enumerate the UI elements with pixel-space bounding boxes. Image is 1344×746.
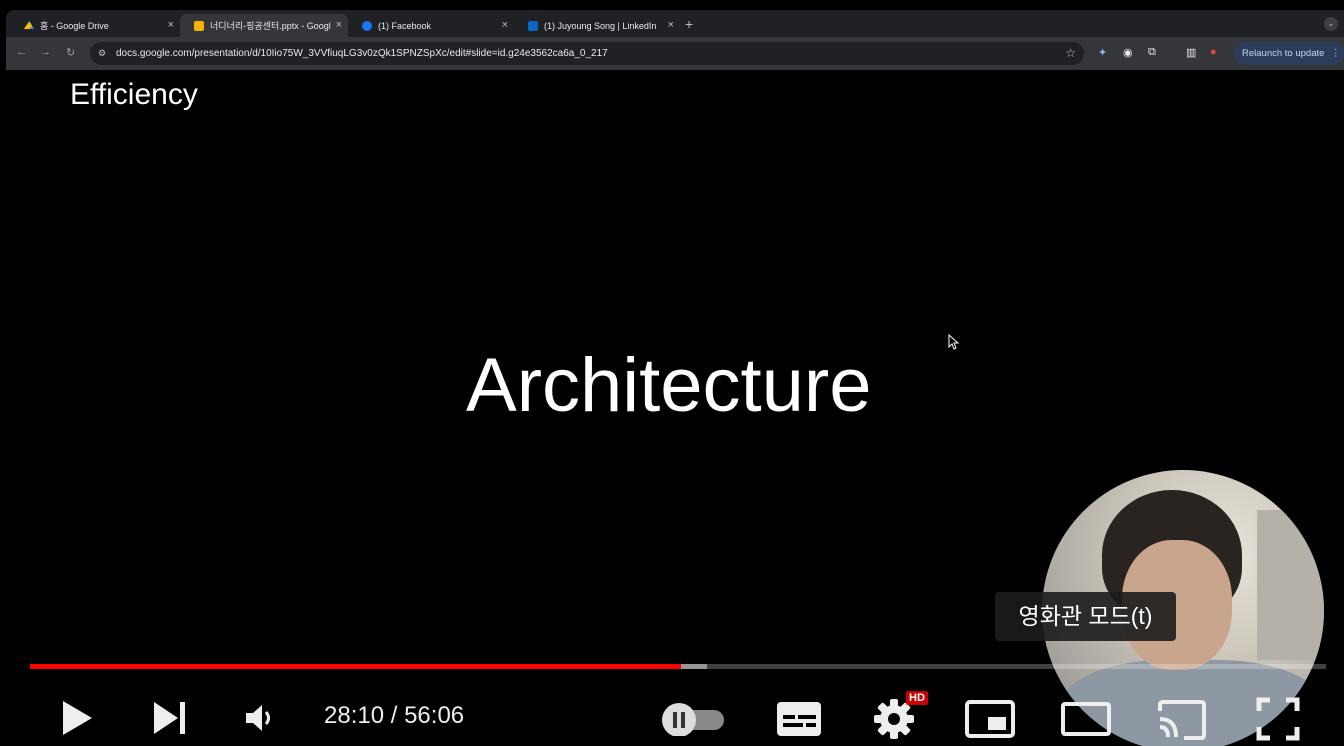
tab-title: 홈 - Google Drive (40, 21, 109, 31)
site-settings-icon[interactable]: ⚙ (98, 48, 106, 59)
close-tab-icon[interactable]: × (168, 19, 174, 31)
next-icon[interactable] (152, 701, 188, 735)
theater-mode-icon[interactable] (1060, 701, 1112, 737)
volume-icon[interactable] (244, 702, 276, 734)
mouse-cursor-icon (948, 334, 960, 350)
close-tab-icon[interactable]: × (668, 19, 674, 31)
close-tab-icon[interactable]: × (502, 19, 508, 31)
new-tab-icon[interactable]: + (685, 16, 693, 32)
menu-dots-icon: ⋮ (1331, 48, 1341, 59)
cast-icon[interactable] (1156, 699, 1208, 741)
slide-title: Architecture (466, 343, 872, 428)
play-icon[interactable] (60, 699, 94, 737)
browser-toolbar: ← → ↻ ⚙ docs.google.com/presentation/d/1… (6, 37, 1344, 70)
relaunch-button[interactable]: Relaunch to update ⋮ (1234, 42, 1344, 65)
slide-heading: Efficiency (70, 78, 198, 111)
subtitles-icon[interactable] (776, 701, 822, 737)
relaunch-label: Relaunch to update (1242, 48, 1325, 59)
tab-title: (1) Juyoung Song | LinkedIn (544, 20, 657, 31)
theater-mode-tooltip: 영화관 모드(t) (995, 592, 1176, 641)
background-shelf (1257, 510, 1324, 660)
close-tab-icon[interactable]: × (336, 19, 342, 31)
facebook-icon (362, 20, 372, 31)
forward-icon[interactable]: → (40, 46, 51, 58)
played-bar (30, 664, 681, 669)
profile-avatar-icon[interactable]: ● (1210, 46, 1217, 58)
hd-badge: HD (906, 691, 928, 705)
tab-google-drive[interactable]: 홈 - Google Drive × (10, 14, 180, 37)
extension-icon[interactable]: ◉ (1123, 46, 1133, 59)
reload-icon[interactable]: ↻ (66, 46, 75, 59)
time-display: 28:10 / 56:06 (324, 702, 464, 730)
extension-icon[interactable]: ✦ (1098, 46, 1107, 59)
current-time: 28:10 (324, 702, 385, 729)
tab-linkedin[interactable]: (1) Juyoung Song | LinkedIn × (514, 14, 680, 37)
bookmark-star-icon[interactable]: ☆ (1065, 46, 1076, 60)
address-bar[interactable]: ⚙ docs.google.com/presentation/d/10Iio75… (90, 42, 1084, 65)
url-text[interactable]: docs.google.com/presentation/d/10Iio75W_… (116, 48, 608, 59)
tab-facebook[interactable]: (1) Facebook × (348, 14, 514, 37)
linkedin-icon (528, 20, 538, 31)
progress-bar[interactable] (30, 664, 1326, 669)
browser-tab-bar: 홈 - Google Drive × 너디너리-핑공센터.pptx - Goog… (6, 10, 1344, 37)
extensions-puzzle-icon[interactable]: ⧉ (1148, 46, 1156, 59)
tab-title: (1) Facebook (378, 20, 432, 31)
back-icon[interactable]: ← (16, 46, 27, 58)
screen: 홈 - Google Drive × 너디너리-핑공센터.pptx - Goog… (0, 0, 1344, 746)
fullscreen-icon[interactable] (1256, 697, 1300, 741)
google-slides-icon (194, 20, 204, 31)
duration: 56:06 (404, 702, 465, 729)
autoplay-toggle[interactable] (660, 702, 726, 736)
tab-title: 너디너리-핑공센터.pptx - Googl (210, 21, 331, 31)
google-drive-icon (24, 20, 34, 29)
tab-search-icon[interactable]: ⌄ (1324, 17, 1338, 31)
side-panel-icon[interactable]: ▥ (1186, 46, 1196, 59)
miniplayer-icon[interactable] (964, 699, 1016, 739)
time-separator: / (384, 702, 405, 729)
tab-google-slides[interactable]: 너디너리-핑공센터.pptx - Googl × (180, 14, 348, 37)
